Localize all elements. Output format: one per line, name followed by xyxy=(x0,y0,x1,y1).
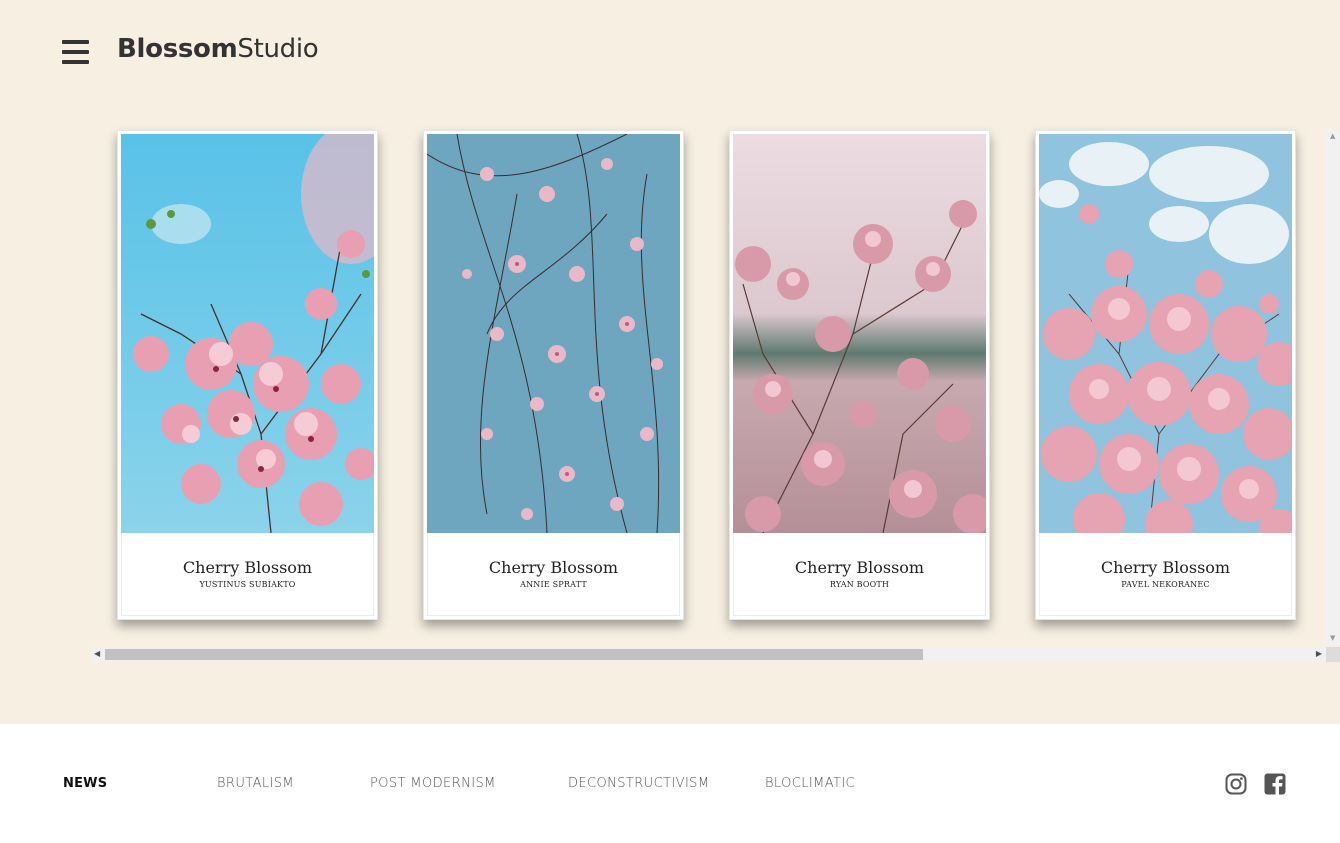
card-author: ANNIE SPRATT xyxy=(520,580,587,589)
vertical-scrollbar[interactable]: ▲ ▼ xyxy=(1326,130,1340,645)
card-title: Cherry Blossom xyxy=(182,558,313,577)
card-title: Cherry Blossom xyxy=(1100,558,1231,577)
horizontal-scrollbar[interactable]: ◀ ▶ xyxy=(91,647,1326,662)
gallery-card[interactable]: Cherry Blossom YUSTINUS SUBIAKTO xyxy=(117,130,378,620)
card-title: Cherry Blossom xyxy=(794,558,925,577)
card-title: Cherry Blossom xyxy=(488,558,619,577)
card-photo xyxy=(121,134,374,533)
instagram-icon[interactable] xyxy=(1225,773,1247,795)
footer-nav: NEWS BRUTALISM POST MODERNISM DECONSTRUC… xyxy=(0,724,1340,843)
gallery-card[interactable]: Cherry Blossom ANNIE SPRATT xyxy=(423,130,684,620)
nav-item-bloclimatic[interactable]: BLOCLIMATIC xyxy=(765,776,855,791)
gallery-card[interactable]: Cherry Blossom RYAN BOOTH xyxy=(729,130,990,620)
card-author: PAVEL NEKORANEC xyxy=(1121,580,1210,589)
scrollbar-thumb[interactable] xyxy=(105,649,923,660)
scrollbar-corner xyxy=(1326,647,1340,662)
cherry-blossom-photo xyxy=(733,134,986,533)
cherry-blossom-photo xyxy=(1039,134,1292,533)
scroll-down-arrow-icon[interactable]: ▼ xyxy=(1330,635,1335,642)
gallery-card[interactable]: Cherry Blossom PAVEL NEKORANEC xyxy=(1035,130,1296,620)
scroll-right-arrow-icon[interactable]: ▶ xyxy=(1316,650,1322,658)
card-photo xyxy=(733,134,986,533)
gallery-carousel: Cherry Blossom YUSTINUS SUBIAKTO Cherry … xyxy=(0,0,1340,724)
nav-item-brutalism[interactable]: BRUTALISM xyxy=(217,776,294,791)
hero-section: BlossomStudio Cherry Blossom YUSTINUS SU… xyxy=(0,0,1340,724)
scroll-left-arrow-icon[interactable]: ◀ xyxy=(94,650,100,658)
nav-item-post-modernism[interactable]: POST MODERNISM xyxy=(370,776,496,791)
card-photo xyxy=(427,134,680,533)
facebook-icon[interactable] xyxy=(1264,773,1286,795)
cherry-blossom-photo xyxy=(427,134,680,533)
nav-item-news[interactable]: NEWS xyxy=(63,776,107,791)
card-author: RYAN BOOTH xyxy=(829,580,890,589)
nav-item-deconstructivism[interactable]: DECONSTRUCTIVISM xyxy=(568,776,709,791)
scroll-up-arrow-icon[interactable]: ▲ xyxy=(1330,133,1335,140)
cherry-blossom-photo xyxy=(121,134,374,533)
card-author: YUSTINUS SUBIAKTO xyxy=(199,580,296,589)
card-photo xyxy=(1039,134,1292,533)
